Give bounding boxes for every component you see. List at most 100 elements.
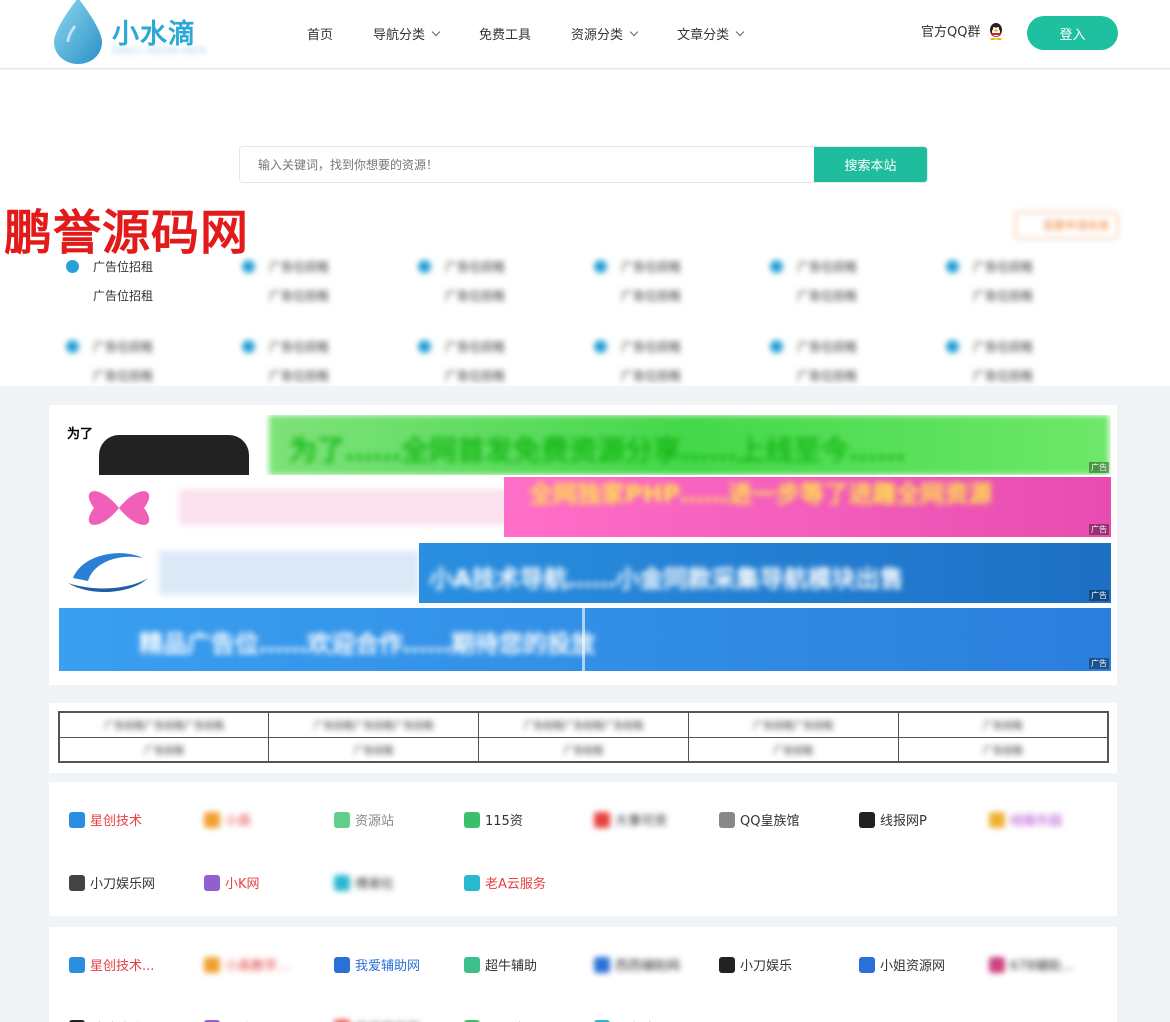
table-cell[interactable]: 广告招租 — [897, 711, 1109, 738]
friend-link-label: 115资 — [485, 814, 523, 829]
banner-ad-left-area: 为了 — [59, 415, 259, 475]
table-cell[interactable]: 广告招租广告招租广告招租 — [478, 711, 689, 738]
ad-slot[interactable]: 广告位招租 广告位招租 — [418, 258, 578, 304]
friend-link[interactable]: 酷酷辅助网 — [69, 1018, 155, 1022]
nav-resource-category-label: 资源分类 — [571, 28, 624, 43]
banner-ad[interactable]: 小A技术导航……小金同款采集导航模块出售 广告 — [59, 543, 1111, 603]
friend-link[interactable]: 明诚源码 — [204, 1018, 277, 1022]
table-cell[interactable]: 广告招租 — [478, 736, 689, 763]
nav-home-label: 首页 — [307, 28, 334, 43]
apply-listing-button[interactable]: 我要申请收录 — [1015, 212, 1118, 239]
chevron-down-icon — [735, 27, 745, 36]
ad-slot[interactable]: 广告位招租 广告位招租 — [594, 258, 754, 304]
friend-link[interactable]: 西西辅助网 — [594, 955, 680, 974]
table-cell[interactable]: 广告招租 — [687, 736, 899, 763]
banner-ad[interactable]: 全网独家PHP……进一步等了进趣全网资源 广告 — [59, 477, 1111, 537]
friend-link[interactable]: 星创技术 — [69, 810, 142, 829]
nav-nav-category-label: 导航分类 — [373, 28, 426, 43]
friend-link-label: 线报网P — [880, 814, 927, 829]
ad-slot[interactable]: 广告位招租 广告位招租 — [946, 258, 1106, 304]
friend-link[interactable]: 678辅助... — [989, 955, 1073, 974]
site-favicon-icon — [204, 874, 220, 891]
friend-link-label: 线报乐园 — [1010, 814, 1063, 829]
site-favicon-icon — [859, 811, 875, 828]
ad-tag: 广告 — [1089, 590, 1109, 601]
ad-slot-label: 广告位招租 — [269, 260, 330, 274]
login-button[interactable]: 登入 — [1027, 16, 1118, 50]
banner-ad[interactable]: 精品广告位……欢迎合作……期待您的投放 广告 — [59, 608, 1111, 671]
ad-slot-icon — [946, 260, 959, 273]
banner-ad[interactable]: 为了 为了……全网首发免费资源分享……上线至今…… 广告 — [59, 415, 1111, 475]
friend-link[interactable]: 线报网P — [859, 810, 927, 829]
friend-link[interactable]: 小高教学... — [204, 955, 289, 974]
ad-slot[interactable]: 广告位招租 广告位招租 — [66, 258, 226, 304]
table-cell[interactable]: 广告招租 — [268, 736, 480, 763]
friend-link-label: 明诚源码 — [225, 1018, 277, 1022]
site-favicon-icon — [204, 811, 220, 828]
nav-home[interactable]: 首页 — [307, 24, 333, 43]
ad-slot-line2: 广告位招租 — [445, 289, 506, 303]
nav-nav-category[interactable]: 导航分类 — [373, 24, 441, 43]
text-link-table: 广告招租广告招租广告招租 广告招租广告招租广告招租 广告招租广告招租广告招租 广… — [58, 711, 1109, 763]
table-cell[interactable]: 广告招租 — [58, 736, 270, 763]
nav-free-tools[interactable]: 免费工具 — [479, 24, 531, 43]
banner-ad-text: 小A技术导航……小金同款采集导航模块出售 — [429, 565, 904, 593]
site-favicon-icon — [464, 811, 480, 828]
ad-slot-line2: 广告位招租 — [445, 369, 506, 383]
ad-tag: 广告 — [1089, 658, 1109, 669]
friend-link[interactable]: 小刀娱乐 — [719, 955, 792, 974]
ad-slot-icon — [66, 340, 79, 353]
friend-link[interactable]: 小高 — [204, 810, 251, 829]
search-button[interactable]: 搜索本站 — [814, 147, 927, 182]
ad-slot-line2: 广告位招租 — [621, 369, 682, 383]
friend-link[interactable]: 老A云服务 — [464, 873, 546, 892]
friend-link[interactable]: 超牛辅助 — [464, 955, 537, 974]
friend-link[interactable]: 小白站 — [594, 1018, 654, 1022]
site-logo[interactable]: 小水滴 SMALL WATER DROP — [50, 0, 210, 66]
table-cell[interactable]: 广告招租广告招租广告招租 — [58, 711, 270, 738]
nav-article-category[interactable]: 文章分类 — [677, 24, 745, 43]
site-favicon-icon — [69, 956, 85, 973]
ad-slot[interactable]: 广告位招租 广告位招租 — [242, 338, 402, 384]
nav-free-tools-label: 免费工具 — [479, 28, 532, 43]
ad-slot[interactable]: 广告位招租 广告位招租 — [66, 338, 226, 384]
table-cell[interactable]: 广告招租广告招租广告招租 — [268, 711, 480, 738]
site-favicon-icon — [719, 811, 735, 828]
friend-link[interactable]: 115资 — [464, 810, 523, 829]
friend-link[interactable]: 傅弟社 — [334, 873, 394, 892]
friend-link[interactable]: 星创技术... — [69, 955, 154, 974]
qq-penguin-icon — [990, 22, 1003, 40]
friend-link[interactable]: 乐乐娱乐网 — [334, 1018, 420, 1022]
site-favicon-icon — [719, 956, 735, 973]
ad-slot[interactable]: 广告位招租 广告位招租 — [946, 338, 1106, 384]
friend-link-label: 源码站 — [485, 1018, 524, 1022]
ad-slot[interactable]: 广告位招租 广告位招租 — [242, 258, 402, 304]
ad-slot[interactable]: 广告位招租 广告位招租 — [770, 338, 930, 384]
friend-link[interactable]: 小刀娱乐网 — [69, 873, 155, 892]
search-input[interactable] — [240, 147, 814, 182]
friend-link[interactable]: 小姐资源网 — [859, 955, 945, 974]
friend-link[interactable]: 大事可资 — [594, 810, 667, 829]
ad-slot-line1: 广告位招租 — [418, 258, 578, 275]
friend-link[interactable]: QQ皇族馆 — [719, 810, 799, 829]
ad-slot-icon — [242, 340, 255, 353]
friend-link[interactable]: 源码站 — [464, 1018, 524, 1022]
friend-link[interactable]: 我爱辅助网 — [334, 955, 420, 974]
ad-slot-line1: 广告位招租 — [66, 338, 226, 355]
table-cell[interactable]: 广告招租广告招租 — [687, 711, 899, 738]
ad-slot[interactable]: 广告位招租 广告位招租 — [418, 338, 578, 384]
ad-slot-icon — [594, 340, 607, 353]
ad-slot-line1: 广告位招租 — [770, 338, 930, 355]
friend-link[interactable]: 资源站 — [334, 810, 394, 829]
friend-link[interactable]: 小K网 — [204, 873, 260, 892]
ad-slot[interactable]: 广告位招租 广告位招租 — [594, 338, 754, 384]
qq-group-link[interactable]: 官方QQ群 — [921, 21, 1004, 40]
site-favicon-icon — [464, 956, 480, 973]
ad-slot-label: 广告位招租 — [621, 340, 682, 354]
ad-slot-label: 广告位招租 — [445, 260, 506, 274]
ad-slot[interactable]: 广告位招租 广告位招租 — [770, 258, 930, 304]
friend-link[interactable]: 线报乐园 — [989, 810, 1062, 829]
friend-link-label: 小高 — [225, 814, 252, 829]
nav-resource-category[interactable]: 资源分类 — [571, 24, 639, 43]
table-cell[interactable]: 广告招租 — [897, 736, 1109, 763]
